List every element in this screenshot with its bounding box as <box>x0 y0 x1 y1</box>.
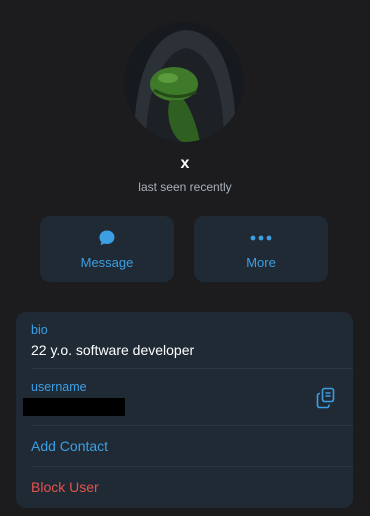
bio-value: 22 y.o. software developer <box>31 342 195 358</box>
username-section[interactable]: username <box>31 380 338 394</box>
profile-name: x <box>180 155 190 172</box>
add-contact-label: Add Contact <box>31 438 109 454</box>
divider <box>31 368 353 369</box>
bio-label: bio <box>31 323 48 337</box>
avatar-image <box>124 22 244 142</box>
profile-info-card: bio 22 y.o. software developer username … <box>16 312 353 508</box>
add-contact-button[interactable]: Add Contact <box>31 438 338 454</box>
chat-bubble-icon <box>98 228 116 248</box>
more-button-label: More <box>246 255 276 270</box>
bio-section: bio 22 y.o. software developer <box>31 323 338 358</box>
username-label: username <box>31 380 87 394</box>
ellipsis-icon <box>250 228 272 248</box>
message-button[interactable]: Message <box>40 216 174 282</box>
divider <box>31 466 353 467</box>
block-user-label: Block User <box>31 479 99 495</box>
last-seen-status: last seen recently <box>138 180 232 194</box>
divider <box>31 425 353 426</box>
profile-avatar[interactable] <box>124 22 244 142</box>
message-button-label: Message <box>80 255 134 270</box>
username-value-redacted <box>23 398 125 416</box>
more-button[interactable]: More <box>194 216 328 282</box>
copy-icon[interactable] <box>315 386 337 410</box>
block-user-button[interactable]: Block User <box>31 479 338 495</box>
